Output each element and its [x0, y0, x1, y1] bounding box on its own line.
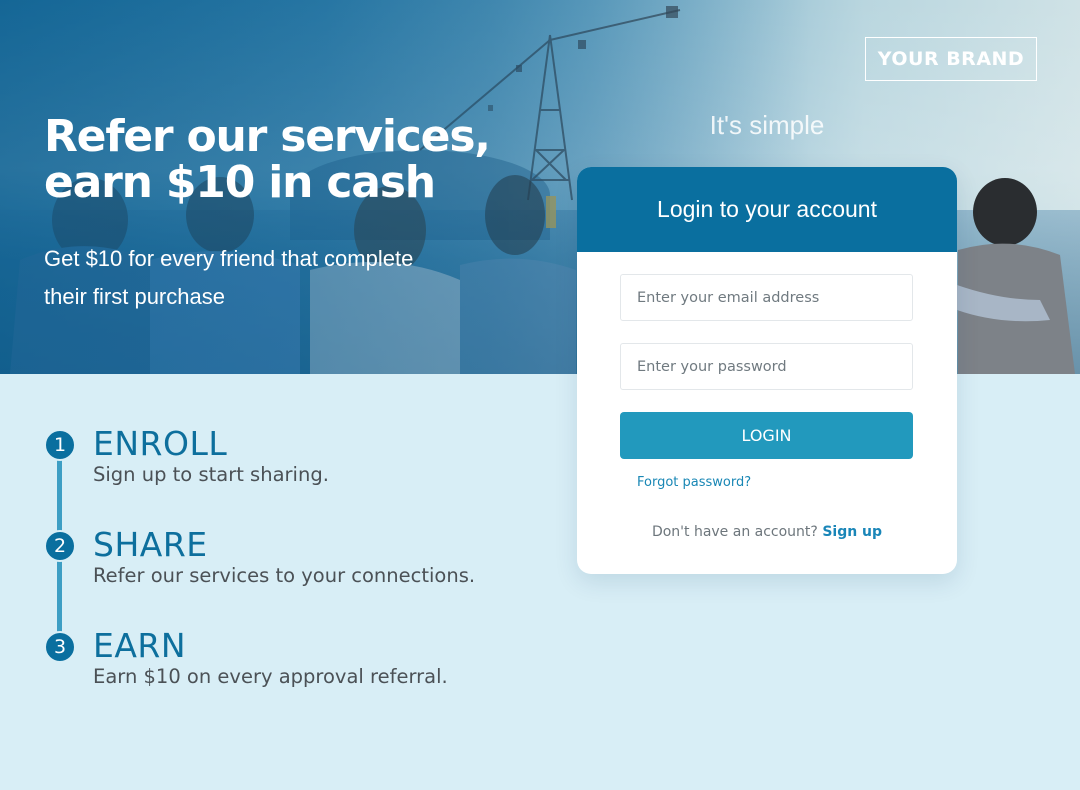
- login-button[interactable]: LOGIN: [620, 412, 913, 459]
- signup-row: Don't have an account? Sign up: [577, 524, 957, 540]
- step-description: Sign up to start sharing.: [93, 463, 329, 486]
- subline-line-1: Get $10 for every friend that complete: [44, 246, 414, 271]
- password-input[interactable]: [620, 343, 913, 390]
- email-input[interactable]: [620, 274, 913, 321]
- step-description: Earn $10 on every approval referral.: [93, 665, 448, 688]
- step-title: EARN: [93, 626, 187, 665]
- subline-line-2: their first purchase: [44, 284, 225, 309]
- hero-subline: Get $10 for every friend that complete t…: [44, 240, 514, 316]
- step-title: SHARE: [93, 525, 208, 564]
- step-description: Refer our services to your connections.: [93, 564, 476, 587]
- tagline: It's simple: [709, 110, 825, 140]
- headline-line-2: earn $10 in cash: [44, 157, 436, 208]
- login-card-title: Login to your account: [577, 167, 957, 252]
- step-number-badge: 3: [44, 631, 76, 663]
- step-title: ENROLL: [93, 424, 228, 463]
- login-card: Login to your account LOGIN Forgot passw…: [577, 167, 957, 574]
- page-headline: Refer our services, earn $10 in cash: [44, 114, 514, 206]
- step-number-badge: 2: [44, 530, 76, 562]
- brand-logo[interactable]: YOUR BRAND: [865, 37, 1037, 81]
- forgot-password-link[interactable]: Forgot password?: [637, 475, 751, 490]
- headline-line-1: Refer our services,: [44, 111, 491, 162]
- no-account-text: Don't have an account?: [651, 524, 818, 540]
- step-number-badge: 1: [44, 429, 76, 461]
- signup-link[interactable]: Sign up: [822, 524, 882, 540]
